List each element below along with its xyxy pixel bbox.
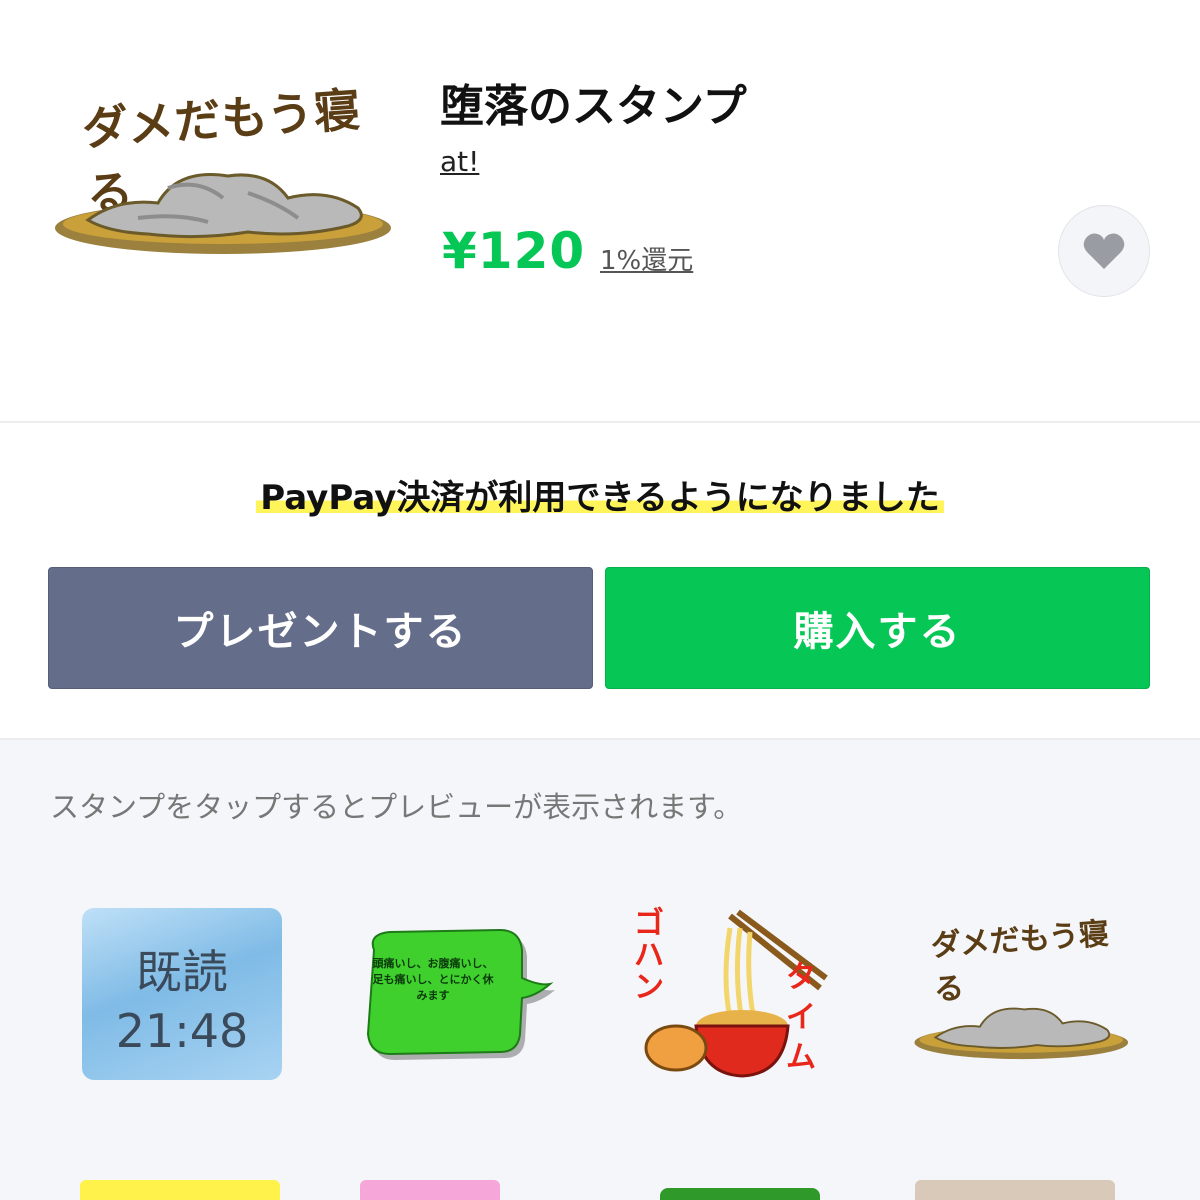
product-header: ダメだもう寝る 堕落のスタンプ at! ¥120 1%還元 [0, 0, 1200, 422]
sticker-read-label: 既読 [136, 945, 228, 999]
sticker-title: 堕落のスタンプ [440, 81, 747, 132]
sticker-item[interactable] [660, 1188, 820, 1200]
sleeping-figure-illustration [914, 1007, 1129, 1060]
gift-button[interactable]: プレゼントする [48, 567, 593, 689]
sticker-item[interactable] [80, 1180, 280, 1200]
favorite-button[interactable] [1058, 205, 1150, 297]
price: ¥120 [442, 222, 586, 280]
preview-hint: スタンプをタップするとプレビューが表示されます。 [50, 790, 743, 824]
sleeping-figure-illustration [55, 173, 391, 254]
sticker-text-left: ゴハン [634, 906, 664, 1005]
paypay-notice-text: PayPay決済が利用できるようになりました [256, 470, 944, 519]
paypay-notice: PayPay決済が利用できるようになりました [0, 470, 1200, 519]
cashback-link[interactable]: 1%還元 [600, 240, 693, 277]
sticker-text-right: タイム [786, 960, 816, 1075]
buy-button[interactable]: 購入する [605, 567, 1150, 689]
sticker-main-image: ダメだもう寝る [48, 70, 394, 290]
author-link[interactable]: at! [440, 145, 479, 178]
sticker-item[interactable]: ゴハン タイム [630, 898, 850, 1118]
sticker-item[interactable] [915, 1180, 1115, 1200]
sticker-preview-section: スタンプをタップするとプレビューが表示されます。 既読 21:48 頭痛いし、お… [0, 740, 1200, 1200]
sticker-item[interactable]: ダメだもう寝る [910, 898, 1130, 1118]
sticker-item[interactable]: 頭痛いし、お腹痛いし、足も痛いし、とにかく休みます [350, 898, 570, 1118]
sticker-read-time: 21:48 [115, 1004, 249, 1058]
sticker-item[interactable] [360, 1180, 500, 1200]
divider [0, 421, 1200, 423]
sticker-bubble-text: 頭痛いし、お腹痛いし、足も痛いし、とにかく休みます [372, 957, 494, 1002]
sticker-item[interactable]: 既読 21:48 [70, 898, 290, 1118]
read-receipt-sticker: 既読 21:48 [82, 908, 282, 1080]
heart-icon [1083, 233, 1125, 269]
